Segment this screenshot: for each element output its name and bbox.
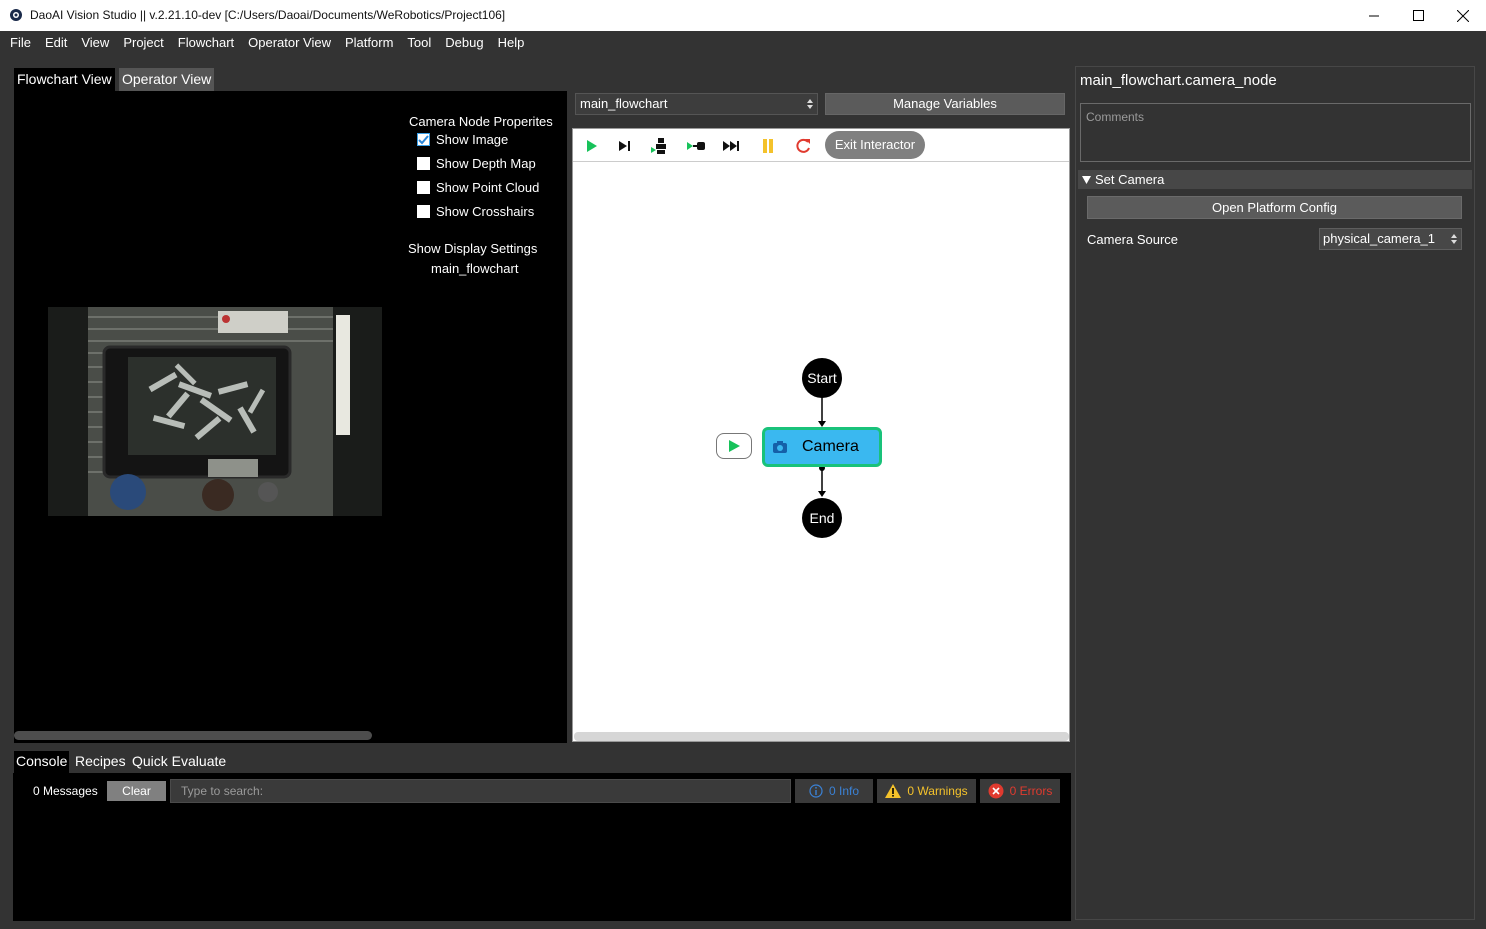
menu-debug[interactable]: Debug <box>438 31 490 54</box>
node-title: main_flowchart.camera_node <box>1080 72 1277 89</box>
warning-icon <box>885 784 902 798</box>
minimize-button[interactable] <box>1351 0 1397 31</box>
tab-operator-view[interactable]: Operator View <box>119 68 215 91</box>
show-depth-map-checkbox[interactable] <box>417 157 430 170</box>
menu-project[interactable]: Project <box>116 31 170 54</box>
console-panel: 0 Messages Clear Type to search: 0 Info … <box>13 773 1071 921</box>
show-point-cloud-checkbox-row[interactable]: Show Point Cloud <box>417 180 539 195</box>
flowchart-canvas[interactable]: Exit Interactor Start Camera End <box>572 128 1070 742</box>
show-display-settings-link[interactable]: Show Display Settings <box>408 241 537 256</box>
flowchart-name-label: main_flowchart <box>431 261 519 276</box>
title-bar: DaoAI Vision Studio || v.2.21.10-dev [C:… <box>0 0 1486 31</box>
errors-filter-button[interactable]: 0 Errors <box>980 779 1060 803</box>
menu-flowchart[interactable]: Flowchart <box>171 31 241 54</box>
camera-image <box>48 307 382 516</box>
play-icon <box>729 440 740 452</box>
tab-recipes[interactable]: Recipes <box>73 751 128 773</box>
arrowhead-icon <box>818 491 826 497</box>
collapse-triangle-icon <box>1082 176 1091 184</box>
tab-quick-evaluate[interactable]: Quick Evaluate <box>130 751 228 773</box>
image-viewer[interactable]: Camera Node Properites Show Image Show D… <box>14 91 567 743</box>
camera-node-label: Camera <box>802 438 859 455</box>
info-icon <box>809 784 823 798</box>
error-icon <box>988 783 1004 799</box>
message-count: 0 Messages <box>33 784 98 798</box>
manage-variables-button[interactable]: Manage Variables <box>825 93 1065 115</box>
set-camera-section-header[interactable]: Set Camera <box>1078 170 1472 189</box>
menu-platform[interactable]: Platform <box>338 31 400 54</box>
clear-button[interactable]: Clear <box>107 781 166 801</box>
flowchart-select[interactable]: main_flowchart <box>575 93 818 115</box>
show-point-cloud-checkbox[interactable] <box>417 181 430 194</box>
comments-placeholder: Comments <box>1086 110 1145 124</box>
menu-help[interactable]: Help <box>491 31 532 54</box>
tab-flowchart-view[interactable]: Flowchart View <box>14 68 115 91</box>
menu-file[interactable]: File <box>3 31 38 54</box>
set-camera-label: Set Camera <box>1095 172 1165 187</box>
close-button[interactable] <box>1440 0 1486 31</box>
warnings-count: 0 Warnings <box>907 784 968 798</box>
show-crosshairs-checkbox[interactable] <box>417 205 430 218</box>
maximize-button[interactable] <box>1395 0 1441 31</box>
show-point-cloud-label: Show Point Cloud <box>436 180 540 195</box>
maximize-icon <box>1412 10 1424 21</box>
camera-props-heading: Camera Node Properites <box>409 114 553 129</box>
image-horizontal-scrollbar[interactable] <box>14 731 372 740</box>
camera-source-value: physical_camera_1 <box>1323 231 1436 246</box>
show-image-checkbox[interactable] <box>417 133 430 146</box>
menu-view[interactable]: View <box>74 31 116 54</box>
minimize-icon <box>1368 15 1379 17</box>
app-logo-icon <box>10 9 22 21</box>
select-arrows-icon <box>1451 234 1457 244</box>
properties-panel <box>1075 66 1475 920</box>
show-image-checkbox-row[interactable]: Show Image <box>417 132 508 147</box>
camera-node[interactable]: Camera <box>762 427 882 467</box>
comments-field[interactable]: Comments <box>1080 103 1471 162</box>
info-count: 0 Info <box>828 784 860 798</box>
menu-bar: File Edit View Project Flowchart Operator Vie… <box>0 31 1486 55</box>
console-search-input[interactable]: Type to search: <box>170 779 791 803</box>
select-arrows-icon <box>807 99 813 109</box>
info-filter-button[interactable]: 0 Info <box>795 779 873 803</box>
menu-edit[interactable]: Edit <box>38 31 74 54</box>
end-node[interactable]: End <box>802 498 842 538</box>
camera-source-select[interactable]: physical_camera_1 <box>1319 228 1462 250</box>
start-node[interactable]: Start <box>802 358 842 398</box>
show-depth-map-label: Show Depth Map <box>436 156 536 171</box>
menu-operator-view[interactable]: Operator View <box>241 31 338 54</box>
canvas-horizontal-scrollbar[interactable] <box>574 732 1069 741</box>
open-platform-config-button[interactable]: Open Platform Config <box>1087 196 1462 219</box>
checkmark-icon <box>418 135 429 145</box>
warnings-filter-button[interactable]: 0 Warnings <box>877 779 976 803</box>
node-run-button[interactable] <box>716 433 752 459</box>
tab-console[interactable]: Console <box>14 751 70 773</box>
show-image-label: Show Image <box>436 132 509 147</box>
camera-icon <box>773 441 787 453</box>
menu-tool[interactable]: Tool <box>400 31 438 54</box>
show-crosshairs-checkbox-row[interactable]: Show Crosshairs <box>417 204 534 219</box>
window-title: DaoAI Vision Studio || v.2.21.10-dev [C:… <box>30 8 506 22</box>
console-search-placeholder: Type to search: <box>181 784 264 798</box>
camera-source-label: Camera Source <box>1087 232 1179 247</box>
show-depth-map-checkbox-row[interactable]: Show Depth Map <box>417 156 536 171</box>
close-icon <box>1457 9 1469 22</box>
flowchart-select-value: main_flowchart <box>580 96 668 111</box>
show-crosshairs-label: Show Crosshairs <box>436 204 535 219</box>
errors-count: 0 Errors <box>1009 784 1053 798</box>
